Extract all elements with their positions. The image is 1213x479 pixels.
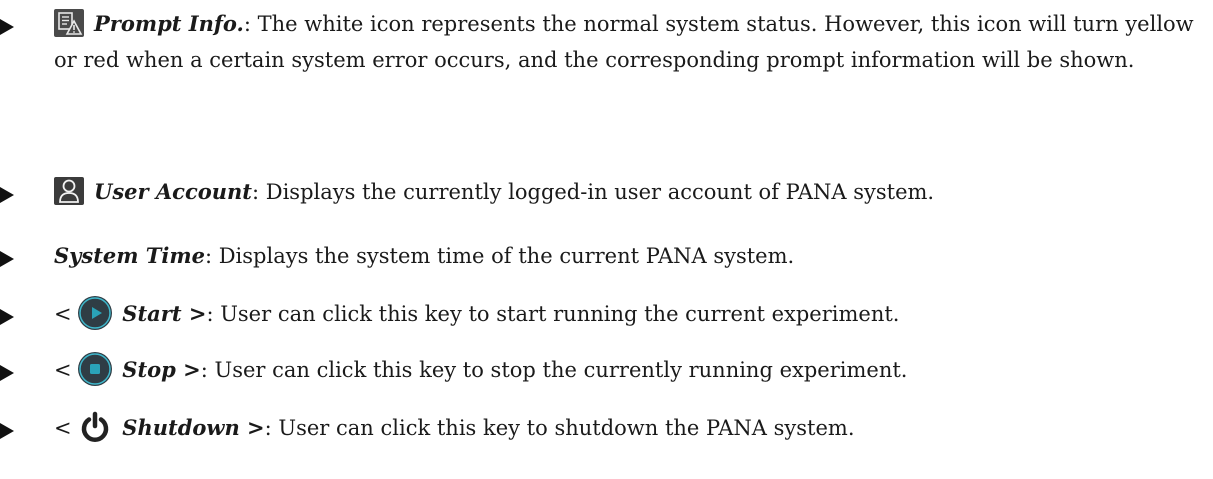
- term-stop: Stop >: [122, 357, 201, 382]
- item-content: < Start >: User can click this key to st…: [54, 295, 1205, 333]
- bullet-arrow-icon: [0, 309, 14, 325]
- item-content: < Shutdown >: User can click this key to…: [54, 410, 1205, 447]
- item-content: Prompt Info.: The white icon represents …: [54, 6, 1205, 78]
- term-user-account: User Account: [94, 179, 252, 204]
- prompt-info-icon: [54, 8, 84, 37]
- item-content: User Account: Displays the currently log…: [54, 174, 1205, 210]
- description-stop: : User can click this key to stop the cu…: [200, 358, 908, 382]
- description-start: : User can click this key to start runni…: [206, 302, 900, 326]
- bullet-arrow-icon: [0, 19, 14, 35]
- term-system-time: System Time: [54, 243, 205, 268]
- description-user-account: : Displays the currently logged-in user …: [251, 180, 935, 204]
- stop-prefix: <: [54, 358, 72, 382]
- bullet-arrow-icon: [0, 365, 14, 381]
- play-icon: [78, 295, 113, 330]
- bullet-arrow-icon: [0, 251, 14, 267]
- bullet-arrow-icon: [0, 187, 14, 203]
- description-shutdown: : User can click this key to shutdown th…: [264, 416, 855, 440]
- term-start: Start >: [122, 301, 207, 326]
- term-prompt-info: Prompt Info.: [94, 11, 244, 36]
- start-prefix: <: [54, 302, 72, 326]
- item-content: < Stop >: User can click this key to sto…: [54, 351, 1205, 389]
- power-icon: [78, 410, 112, 444]
- description-system-time: : Displays the system time of the curren…: [204, 244, 795, 268]
- shutdown-prefix: <: [54, 416, 72, 440]
- user-icon: [54, 176, 84, 205]
- item-content: System Time: Displays the system time of…: [54, 238, 1205, 274]
- bullet-arrow-icon: [0, 423, 14, 439]
- term-shutdown: Shutdown >: [122, 415, 265, 440]
- stop-icon: [78, 351, 113, 386]
